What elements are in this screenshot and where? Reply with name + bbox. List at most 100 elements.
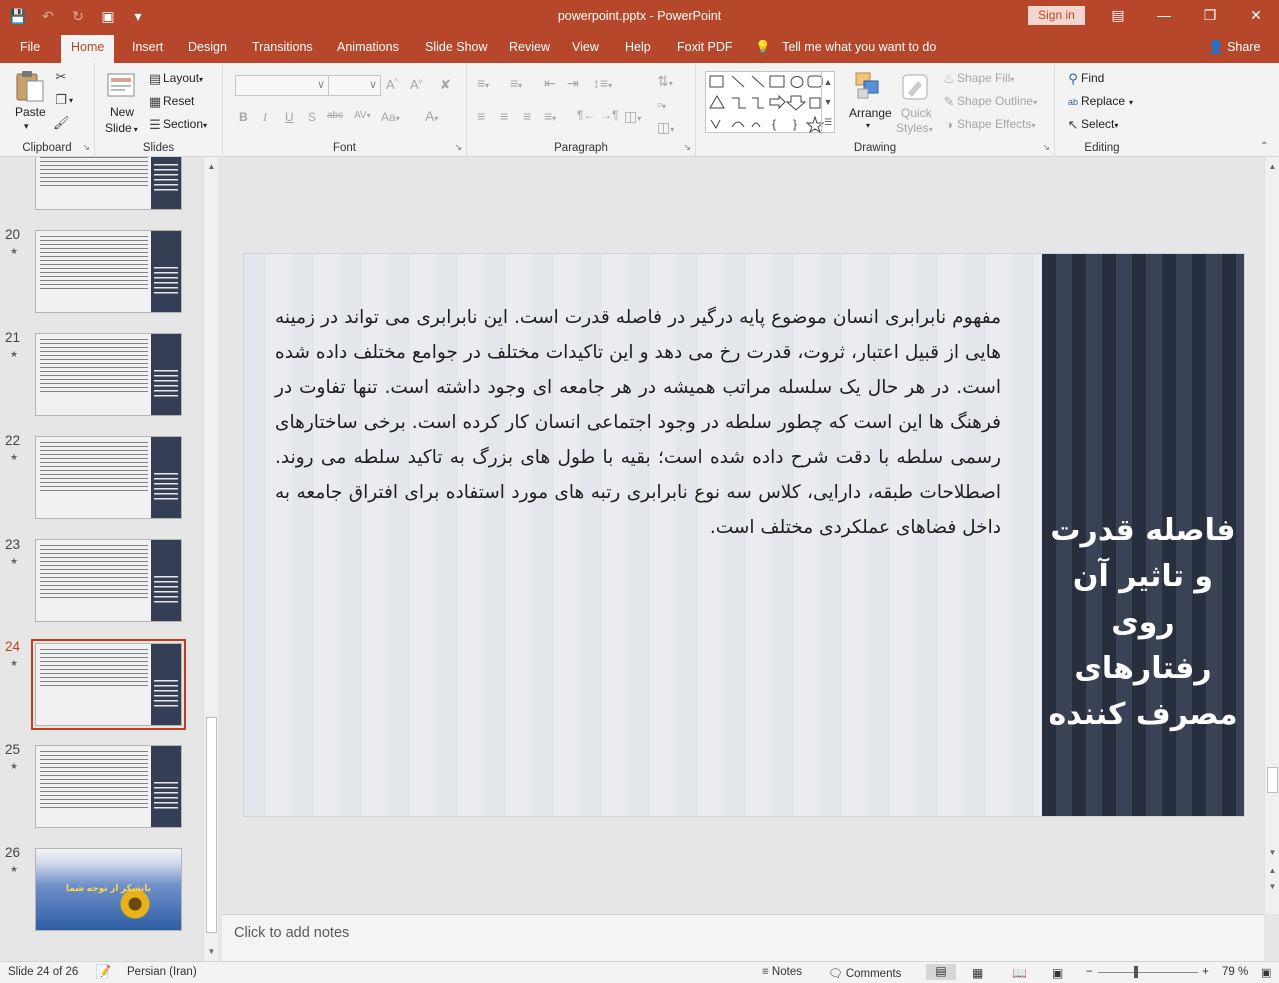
shape-effects-button[interactable]: ◑ Shape Effects▾ xyxy=(941,117,1035,133)
section-button[interactable]: ☰ Section▾ xyxy=(147,117,207,133)
slide-thumbnail-partial[interactable] xyxy=(35,157,182,210)
new-slide-icon[interactable] xyxy=(107,71,139,103)
spell-check-icon[interactable]: 📝 xyxy=(95,964,111,980)
editor-scrollbar[interactable]: ▲ ▼ ▲ ▼ xyxy=(1264,157,1279,914)
slide-body-text[interactable]: مفهوم نابرابری انسان موضوع پایه درگیر در… xyxy=(275,300,1001,545)
collapse-ribbon-icon[interactable]: ⌃ xyxy=(1260,141,1268,152)
shapes-gallery[interactable]: {} ▲ ▼ ☰ xyxy=(705,71,835,134)
normal-view-icon[interactable]: ▤ xyxy=(926,964,956,980)
replace-button[interactable]: ab Replace ▾ xyxy=(1065,94,1133,110)
tab-foxit-pdf[interactable]: Foxit PDF xyxy=(677,40,733,54)
quick-styles-icon[interactable] xyxy=(901,73,933,105)
text-direction-icon[interactable]: ⇅▾ xyxy=(657,73,673,90)
arrange-icon[interactable] xyxy=(854,71,886,103)
drawing-launcher-icon[interactable]: ↘ xyxy=(1042,142,1050,153)
find-button[interactable]: ⚲ Find xyxy=(1065,71,1104,87)
ribbon-display-options-icon[interactable]: ▤ xyxy=(1095,0,1141,33)
tab-home[interactable]: Home xyxy=(61,35,115,63)
language-indicator[interactable]: Persian (Iran) xyxy=(127,966,197,978)
slide-thumbnail[interactable]: باتشکر از توجه شما xyxy=(35,848,182,931)
slide-title[interactable]: فاصله قدرت و تاثیر آن روی رفتارهای مصرف … xyxy=(1042,508,1244,738)
new-slide-button[interactable]: Slide ▾ xyxy=(105,121,138,135)
tab-transitions[interactable]: Transitions xyxy=(252,40,313,54)
change-case-button[interactable]: Aa▾ xyxy=(381,110,400,124)
new-slide-label-1[interactable]: New xyxy=(110,105,134,119)
thumbnail-scrollbar[interactable]: ▲ ▼ xyxy=(203,157,218,961)
zoom-out-icon[interactable]: − xyxy=(1086,966,1093,978)
slide-thumbnail[interactable] xyxy=(35,745,182,828)
columns-icon[interactable]: ◫▾ xyxy=(624,108,641,125)
reading-view-icon[interactable]: 📖 xyxy=(1012,966,1027,980)
slide-sorter-icon[interactable]: ▦ xyxy=(972,966,983,980)
shape-fill-button[interactable]: ♨ Shape Fill▾ xyxy=(941,71,1014,87)
slide-thumbnail-selected[interactable] xyxy=(31,639,186,730)
scrollbar-thumb[interactable] xyxy=(206,717,217,933)
zoom-in-icon[interactable]: + xyxy=(1202,966,1209,978)
clipboard-launcher-icon[interactable]: ↘ xyxy=(82,142,90,153)
close-button[interactable]: ✕ xyxy=(1233,0,1279,33)
tab-slide-show[interactable]: Slide Show xyxy=(425,40,488,54)
bullets-icon[interactable]: ≡▾ xyxy=(477,75,489,91)
sign-in-button[interactable]: Sign in xyxy=(1028,6,1085,25)
increase-indent-icon[interactable]: ⇥ xyxy=(567,75,579,92)
layout-button[interactable]: ▤ Layout▾ xyxy=(147,71,203,87)
arrange-button[interactable]: Arrange xyxy=(849,106,892,120)
font-size-combo[interactable]: ∨ xyxy=(328,75,381,96)
scroll-up-icon[interactable]: ▲ xyxy=(204,159,219,174)
align-right-icon[interactable]: ≡ xyxy=(523,108,531,124)
font-color-button[interactable]: A▾ xyxy=(425,108,438,124)
paste-dropdown-icon[interactable]: ▾ xyxy=(24,121,29,132)
scroll-up-icon[interactable]: ▲ xyxy=(1265,159,1279,174)
slide-thumbnail[interactable] xyxy=(35,436,182,519)
zoom-slider-track[interactable] xyxy=(1098,972,1198,973)
notes-pane[interactable]: Click to add notes xyxy=(222,914,1264,961)
tab-design[interactable]: Design xyxy=(188,40,227,54)
tab-review[interactable]: Review xyxy=(509,40,550,54)
format-painter-icon[interactable]: 🖌 xyxy=(53,115,70,131)
align-text-icon[interactable]: ▫▾ xyxy=(657,96,666,112)
fit-to-window-icon[interactable]: ▣ xyxy=(1261,966,1271,979)
font-launcher-icon[interactable]: ↘ xyxy=(454,142,462,153)
quick-styles-label-1[interactable]: Quick xyxy=(901,106,932,120)
comments-toggle[interactable]: 🗨 Comments xyxy=(828,966,901,980)
shrink-font-icon[interactable]: Av xyxy=(410,77,422,92)
select-button[interactable]: ↖ Select▾ xyxy=(1065,117,1119,133)
rtl-icon[interactable]: ¶← xyxy=(577,108,595,122)
grow-font-icon[interactable]: A^ xyxy=(386,77,398,92)
scroll-down-icon[interactable]: ▼ xyxy=(1265,845,1279,860)
numbering-icon[interactable]: ≡▾ xyxy=(510,75,522,91)
cut-icon[interactable]: ✂ xyxy=(53,69,69,85)
ltr-icon[interactable]: →¶ xyxy=(600,108,618,122)
minimize-button[interactable]: — xyxy=(1141,0,1187,33)
copy-icon[interactable]: ❐ ▾ xyxy=(53,92,73,108)
notes-toggle[interactable]: ≡ Notes xyxy=(762,966,802,978)
justify-icon[interactable]: ≡▾ xyxy=(544,108,556,124)
align-center-icon[interactable]: ≡ xyxy=(500,108,508,124)
scroll-down-icon[interactable]: ▼ xyxy=(204,944,219,959)
slide-thumbnail[interactable] xyxy=(35,539,182,622)
zoom-level[interactable]: 79 % xyxy=(1222,966,1248,978)
tab-view[interactable]: View xyxy=(572,40,599,54)
font-name-combo[interactable]: ∨ xyxy=(235,75,329,96)
quick-styles-button[interactable]: Styles▾ xyxy=(896,121,933,135)
next-slide-icon[interactable]: ▼ xyxy=(1265,879,1279,894)
line-spacing-icon[interactable]: ↕≡▾ xyxy=(593,75,612,91)
tab-help[interactable]: Help xyxy=(625,40,651,54)
tab-insert[interactable]: Insert xyxy=(132,40,163,54)
shadow-button[interactable]: S xyxy=(308,110,316,124)
shape-outline-button[interactable]: ✎ Shape Outline▾ xyxy=(941,94,1038,110)
tab-file[interactable]: File xyxy=(20,40,40,54)
scrollbar-thumb[interactable] xyxy=(1267,767,1278,793)
restore-button[interactable]: ❐ xyxy=(1187,0,1233,33)
tab-animations[interactable]: Animations xyxy=(337,40,399,54)
share-button[interactable]: 👤 Share xyxy=(1208,40,1260,55)
paste-button[interactable]: Paste xyxy=(15,105,46,119)
align-left-icon[interactable]: ≡ xyxy=(477,108,485,124)
tell-me-search[interactable]: 💡 Tell me what you want to do xyxy=(755,40,936,55)
slide-thumbnail[interactable] xyxy=(35,230,182,313)
clear-formatting-icon[interactable]: ✘ xyxy=(440,77,451,93)
shapes-gallery-scroll-icon[interactable]: ▲ ▼ ☰ xyxy=(821,72,834,134)
slideshow-view-icon[interactable]: ▣ xyxy=(1052,966,1063,980)
zoom-slider-thumb[interactable] xyxy=(1134,966,1138,978)
paste-icon[interactable] xyxy=(14,69,46,102)
